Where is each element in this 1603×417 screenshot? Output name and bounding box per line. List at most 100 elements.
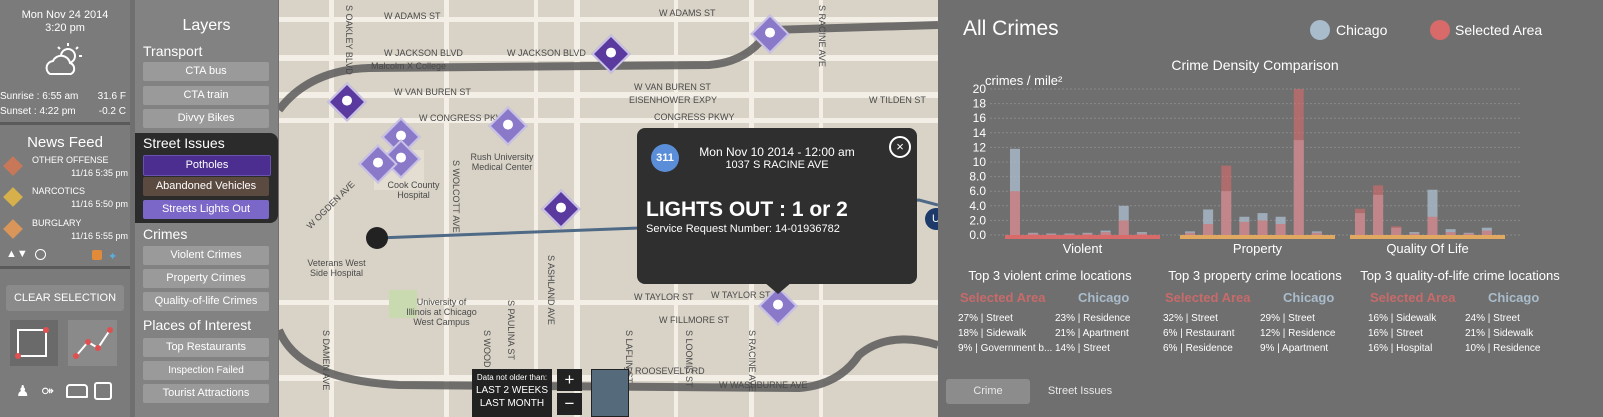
street-label: W JACKSON BLVD [507, 48, 586, 58]
news-feed-title: News Feed [27, 134, 103, 151]
bar-selected-area[interactable] [1409, 233, 1420, 235]
bar-selected-area[interactable] [1239, 221, 1250, 235]
selected-area-row: 18% | Sidewalk [958, 328, 1027, 339]
news-item[interactable]: NARCOTICS 11/16 5:50 pm [3, 186, 128, 216]
bar-selected-area[interactable] [1082, 233, 1093, 235]
selected-area-header: Selected Area [1165, 290, 1251, 305]
rectangle-select-icon [15, 327, 49, 359]
layer-potholes-button[interactable]: Potholes [143, 155, 271, 176]
bike-icon[interactable]: ⚩ [42, 383, 54, 400]
layer-tourist-attractions-button[interactable]: Tourist Attractions [143, 384, 269, 403]
layer-cta-train-button[interactable]: CTA train [143, 86, 269, 105]
bar-selected-area[interactable] [1118, 220, 1129, 235]
clear-selection-button[interactable]: CLEAR SELECTION [6, 285, 124, 311]
bar-selected-area[interactable] [1046, 234, 1057, 235]
satellite-toggle[interactable] [591, 369, 629, 417]
y-tick-label: 20 [973, 82, 987, 96]
street-label: W VAN BUREN ST [634, 82, 711, 92]
bar-selected-area[interactable] [1100, 232, 1111, 235]
y-tick-label: 4.0 [969, 199, 986, 213]
twitter-icon[interactable]: ✦ [108, 250, 117, 263]
walk-icon[interactable]: ♟ [16, 382, 29, 400]
street-label: CONGRESS PKWY [654, 112, 735, 122]
zoom-in-button[interactable]: + [557, 369, 582, 391]
crime-stats-panel: All Crimes Chicago Selected Area Crime D… [940, 0, 1603, 417]
car-icon [556, 202, 566, 213]
bar-selected-area[interactable] [1136, 233, 1147, 235]
bar-selected-area[interactable] [1481, 230, 1492, 235]
bar-selected-area[interactable] [1221, 165, 1232, 235]
bar-selected-area[interactable] [1028, 233, 1039, 235]
y-tick-label: 6.0 [969, 184, 986, 198]
y-tick-label: 10 [973, 155, 987, 169]
layer-top-restaurants-button[interactable]: Top Restaurants [143, 338, 269, 357]
layer-quality-of-life-crimes-button[interactable]: Quality-of-life Crimes [143, 292, 269, 311]
street-label: S RACINE AVE [747, 330, 757, 392]
popup-request-number: Service Request Number: 14-01936782 [646, 223, 840, 235]
chicago-row: 29% | Street [1260, 313, 1315, 324]
sunset-label: Sunset : 4:22 pm [0, 106, 76, 117]
layer-abandoned-vehicles-button[interactable]: Abandoned Vehicles [143, 177, 269, 196]
layer-cta-bus-button[interactable]: CTA bus [143, 62, 269, 81]
pause-icon[interactable] [35, 249, 46, 260]
bulb-icon [373, 157, 383, 168]
zoom-out-button[interactable]: − [557, 393, 582, 415]
time-text: 3:20 pm [45, 22, 85, 34]
sunset-row: Sunset : 4:22 pm -0.2 C [0, 106, 128, 117]
street-label: W VAN BUREN ST [394, 87, 471, 97]
layer-street-lights-out-button[interactable]: Streets Lights Out [143, 200, 269, 219]
top3-title: Top 3 violent crime locations [968, 268, 1132, 283]
bar-selected-area[interactable] [1257, 220, 1268, 235]
info-panel: Mon Nov 24 2014 3:20 pm Sunrise : 6:55 a… [0, 0, 130, 417]
top3-column: Top 3 quality-of-life crime locations Sel… [1360, 268, 1560, 354]
rectangle-select-tool[interactable] [10, 320, 58, 366]
bar-selected-area[interactable] [1373, 185, 1384, 235]
group-label: Quality Of Life [1386, 241, 1468, 256]
filter-option-month[interactable]: LAST MONTH [472, 398, 552, 409]
chart-ylabel: crimes / mile² [985, 73, 1063, 88]
bar-selected-area[interactable] [1275, 224, 1286, 235]
bar-selected-area[interactable] [1355, 208, 1365, 235]
bar-selected-area[interactable] [1311, 232, 1322, 235]
bar-selected-area[interactable] [1445, 232, 1456, 235]
bar-selected-area[interactable] [1203, 224, 1214, 235]
path-select-tool[interactable] [68, 320, 117, 366]
divider [0, 122, 130, 125]
news-scroll-controls[interactable]: ▲▼ [6, 248, 28, 260]
news-item[interactable]: BURGLARY 11/16 5:55 pm [3, 218, 128, 248]
top-locations-section: Top 3 violent crime locations Selected Ar… [940, 268, 1603, 368]
selected-area-row: 32% | Street [1163, 313, 1218, 324]
group-baseline [1180, 235, 1335, 239]
layer-property-crimes-button[interactable]: Property Crimes [143, 269, 269, 288]
bar-selected-area[interactable] [1185, 232, 1195, 235]
bar-selected-area[interactable] [1293, 89, 1304, 235]
news-time: 11/16 5:35 pm [71, 168, 128, 178]
popup-address: 1037 S RACINE AVE [725, 159, 829, 171]
chicago-header: Chicago [1488, 290, 1540, 305]
layer-inspection-failed-button[interactable]: Inspection Failed Restaurants [143, 361, 269, 395]
news-label: NARCOTICS [32, 186, 86, 196]
layer-violent-crimes-button[interactable]: Violent Crimes [143, 246, 269, 265]
place-label: Cook County Hospital [387, 180, 440, 200]
close-icon[interactable]: × [889, 136, 911, 158]
rss-icon[interactable] [92, 250, 102, 260]
filter-option-2-weeks[interactable]: LAST 2 WEEKS [472, 385, 552, 396]
news-time: 11/16 5:55 pm [71, 231, 128, 241]
bar-selected-area[interactable] [1463, 233, 1474, 235]
bar-selected-area[interactable] [1427, 216, 1438, 235]
bar-selected-area[interactable] [1064, 234, 1075, 235]
street-label: S RACINE AVE [817, 5, 827, 67]
layer-divvy-bikes-button[interactable]: Divvy Bikes [143, 109, 269, 128]
top3-column: Top 3 violent crime locations Selected Ar… [950, 268, 1150, 354]
tab-street-issues[interactable]: Street Issues [1040, 379, 1120, 404]
news-item[interactable]: OTHER OFFENSE 11/16 5:35 pm [3, 155, 128, 185]
bar-selected-area[interactable] [1391, 226, 1402, 235]
street-issues-section-title: Street Issues [143, 135, 225, 151]
tab-crime[interactable]: Crime [946, 379, 1030, 404]
bar-selected-area[interactable] [1010, 191, 1020, 235]
car-icon[interactable] [66, 384, 88, 398]
chicago-row: 21% | Sidewalk [1465, 328, 1534, 339]
transport-section-title: Transport [143, 43, 203, 59]
bus-icon[interactable] [94, 382, 112, 400]
chicago-row: 14% | Street [1055, 343, 1110, 354]
